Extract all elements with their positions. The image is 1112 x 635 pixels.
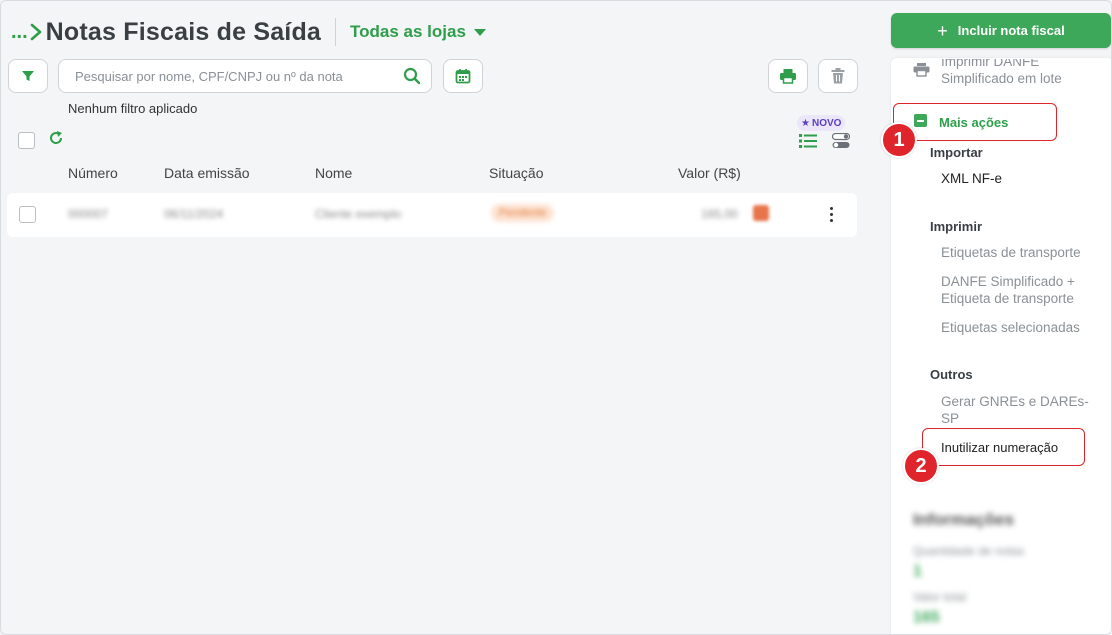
add-invoice-button[interactable]: + Incluir nota fiscal — [891, 13, 1111, 48]
filter-status-text: Nenhum filtro aplicado — [68, 101, 198, 116]
search-icon[interactable] — [403, 67, 421, 85]
breadcrumb-dots[interactable]: ... — [11, 21, 28, 44]
printer-icon — [780, 69, 796, 84]
printer-icon — [913, 63, 930, 77]
row-numero: 000007 — [68, 207, 109, 221]
chevron-right-icon — [30, 23, 41, 41]
menu-item-etiquetas-transporte[interactable]: Etiquetas de transporte — [941, 244, 1081, 261]
date-filter-button[interactable] — [443, 59, 483, 93]
filter-button[interactable] — [8, 59, 48, 93]
store-select-label: Todas as lojas — [350, 22, 466, 41]
collapse-icon[interactable] — [914, 114, 927, 127]
column-header-data[interactable]: Data emissão — [164, 165, 250, 181]
column-header-numero[interactable]: Número — [68, 165, 118, 181]
store-select[interactable]: Todas as lojas — [350, 22, 486, 42]
step-badge-1: 1 — [881, 122, 917, 158]
star-icon: ★ — [801, 117, 810, 129]
add-invoice-label: Incluir nota fiscal — [957, 23, 1065, 38]
row-more-icon[interactable] — [830, 207, 834, 222]
step-badge-2: 2 — [903, 448, 939, 484]
info-total-label: Valor total — [913, 590, 967, 604]
list-view-icon[interactable] — [799, 133, 817, 149]
toggle-view-icon[interactable] — [832, 133, 850, 149]
delete-button[interactable] — [818, 59, 858, 93]
novo-label: NOVO — [811, 117, 842, 129]
document-icon[interactable] — [753, 205, 769, 221]
section-title-importar: Importar — [930, 145, 983, 160]
section-title-imprimir: Imprimir — [930, 219, 983, 234]
page-title: Notas Fiscais de Saída — [45, 17, 322, 46]
caret-down-icon — [473, 28, 486, 36]
info-count-value: 1 — [913, 563, 922, 580]
menu-item-etiquetas-selecionadas[interactable]: Etiquetas selecionadas — [941, 319, 1080, 336]
search-input[interactable] — [75, 68, 403, 84]
row-situacao: Pendente — [491, 204, 555, 222]
row-data: 06/11/2024 — [164, 207, 224, 221]
menu-item-danfe-etiqueta[interactable]: DANFE Simplificado + Etiqueta de transpo… — [941, 273, 1091, 307]
info-count-label: Quantidade de notas — [913, 544, 1025, 558]
trash-icon — [831, 68, 845, 84]
row-valor: 165,00 — [701, 207, 738, 221]
novo-badge: ★ NOVO — [797, 115, 846, 131]
more-actions-toggle[interactable]: Mais ações — [939, 114, 1008, 131]
menu-item-xml-nfe[interactable]: XML NF-e — [941, 170, 1002, 187]
row-nome: Cliente exemplo — [315, 207, 402, 221]
filter-icon — [22, 71, 34, 81]
header-divider — [335, 18, 337, 46]
column-header-situacao[interactable]: Situação — [489, 165, 543, 181]
menu-item-gerar-gnres[interactable]: Gerar GNREs e DAREs-SP — [941, 393, 1091, 427]
section-title-outros: Outros — [930, 367, 973, 382]
column-header-nome[interactable]: Nome — [315, 165, 352, 181]
search-box — [58, 59, 432, 93]
status-badge: Pendente — [491, 204, 555, 222]
menu-item-inutilizar-numeracao[interactable]: Inutilizar numeração — [941, 439, 1058, 456]
page-header: ... Notas Fiscais de Saída Todas as loja… — [11, 15, 486, 49]
column-header-valor[interactable]: Valor (R$) — [678, 165, 741, 181]
info-title: Informações — [913, 510, 1015, 529]
refresh-icon[interactable] — [48, 130, 64, 146]
app-frame: ... Notas Fiscais de Saída Todas as loja… — [0, 0, 1112, 635]
plus-icon: + — [937, 20, 948, 41]
select-all-checkbox[interactable] — [18, 132, 35, 149]
row-checkbox[interactable] — [19, 206, 36, 223]
info-total-value: 165 — [913, 609, 940, 626]
calendar-icon — [455, 69, 471, 84]
print-button[interactable] — [768, 59, 808, 93]
